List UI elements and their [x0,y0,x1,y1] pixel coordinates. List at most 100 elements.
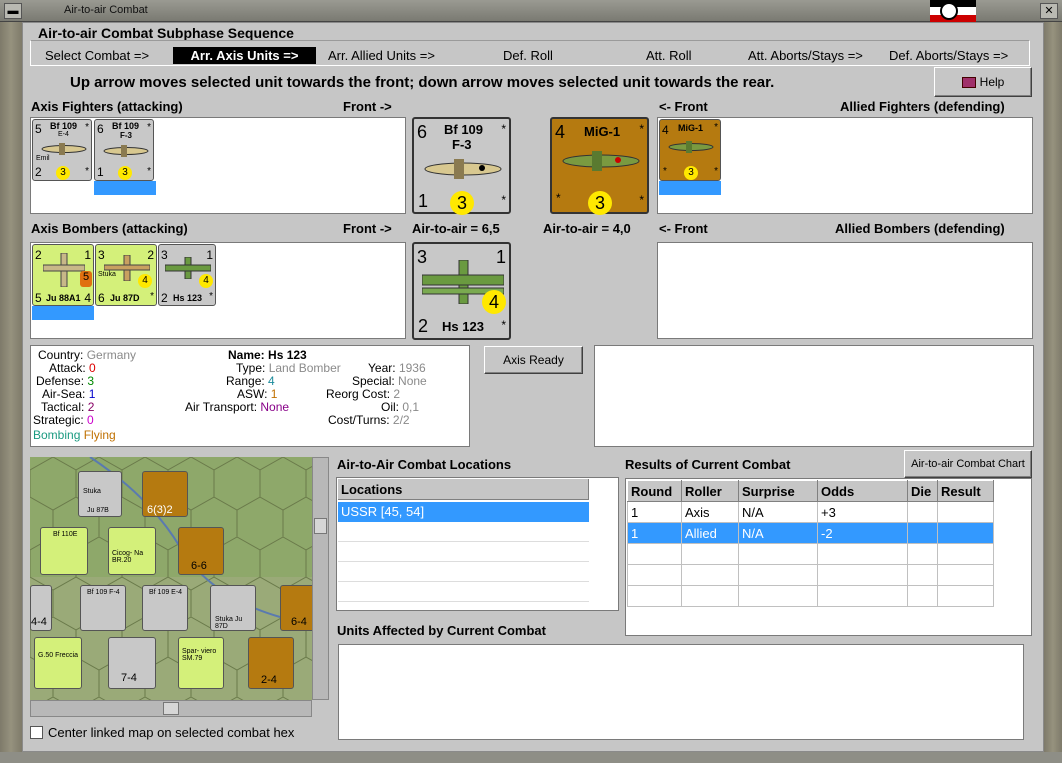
map-counter-sm79[interactable]: Spar- viero SM.79 [178,637,224,689]
bottom-strip [0,752,1062,763]
map-counter-soviet-6-4[interactable]: 6-4 [280,585,312,631]
allied-air-to-air-value: Air-to-air = 4,0 [543,221,631,236]
axis-ready-button[interactable]: Axis Ready [484,346,583,374]
title-bar [0,0,1062,22]
left-border [0,22,22,752]
seq-arr-axis-units: Arr. Axis Units => [173,47,316,64]
mini-map[interactable]: Stuka Ju 87B 6(3)2 Bf 110E Cicog- Na BR.… [30,457,312,700]
col-round: Round [627,480,682,502]
selection-bar [32,306,94,320]
selected-allied-fighter[interactable]: 4 MiG-1 * * 3 * [550,117,649,215]
special-value: None [398,374,427,388]
axis-bomber-counter-3[interactable]: 3 1 4 2 Hs 123 * [158,244,216,306]
col-odds: Odds [817,480,908,502]
center-map-checkbox[interactable] [30,726,43,739]
seq-arr-allied-units: Arr. Allied Units => [328,48,435,63]
axis-bombers-header: Axis Bombers (attacking) [31,221,188,236]
map-counter-ju87d[interactable]: Stuka Ju 87D [210,585,256,631]
message-panel [594,345,1034,447]
locations-table[interactable]: Locations USSR [45, 54] [336,477,619,611]
seq-def-roll: Def. Roll [503,48,553,63]
mig1-icon [668,141,714,153]
book-icon [961,77,976,89]
map-vertical-scrollbar[interactable] [312,457,329,700]
center-map-label: Center linked map on selected combat hex [48,725,295,740]
bf109-icon [103,145,149,157]
map-counter-soviet-armor[interactable]: 6-6 [178,527,224,575]
right-border [1044,22,1062,752]
mig1-icon [562,151,640,171]
units-affected-title: Units Affected by Current Combat [337,623,546,638]
seq-def-aborts: Def. Aborts/Stays => [889,48,1009,63]
map-counter-soviet-infantry[interactable]: 6(3)2 [142,471,188,517]
map-counter-g50[interactable]: G.50 Freccia [34,637,82,689]
country-value: Germany [86,348,137,362]
col-result: Result [937,480,994,502]
col-roller: Roller [681,480,739,502]
bf109-icon [424,159,502,179]
front-right-label-2: Front -> [343,221,392,236]
seq-att-roll: Att. Roll [646,48,692,63]
map-counter-bf110[interactable]: Bf 110E [40,527,88,575]
cost-value: 2/2 [392,413,410,427]
help-label: Help [979,75,1005,89]
seq-att-aborts: Att. Aborts/Stays => [748,48,863,63]
results-title: Results of Current Combat [625,457,791,472]
table-row[interactable]: 1 Allied N/A -2 [627,522,994,544]
minimize-button[interactable]: ▬ [4,3,22,19]
locations-title: Air-to-Air Combat Locations [337,457,512,472]
units-affected-panel [338,644,1024,740]
unit-name-value: Hs 123 [268,348,307,362]
table-row [627,543,994,565]
scroll-thumb[interactable] [314,518,327,534]
axis-fighter-counter-1[interactable]: 5 Bf 109 E-4 * Emil 2 3 * [32,119,92,181]
map-counter-bf109e4[interactable]: Bf 109 E-4 [142,585,188,631]
selected-axis-bomber[interactable]: 3 1 4 2 Hs 123 * [412,242,511,340]
instruction-text: Up arrow moves selected unit towards the… [70,74,775,91]
results-table: Round Roller Surprise Odds Die Result 1 … [627,480,994,607]
map-horizontal-scrollbar[interactable] [30,700,312,717]
map-counter-stuka[interactable]: Stuka Ju 87B [78,471,122,517]
german-flag-icon [930,0,976,22]
window-title: Air-to-air Combat [64,4,148,16]
close-button[interactable]: ✕ [1040,3,1058,19]
selection-bar [94,181,156,195]
location-row[interactable]: USSR [45, 54] [338,502,589,522]
map-counter-br20[interactable]: Cicog- Na BR.20 [108,527,156,575]
tactical-value: 2 [87,400,95,414]
results-panel: Round Roller Surprise Odds Die Result 1 … [625,478,1032,636]
scroll-thumb[interactable] [163,702,179,715]
col-surprise: Surprise [738,480,818,502]
table-row[interactable]: 1 Axis N/A +3 [627,501,994,523]
map-counter-edge[interactable]: 4-4 [30,585,52,631]
table-row [627,585,994,607]
map-counter-italian-infantry[interactable]: 7-4 [108,637,156,689]
sequence-title: Air-to-air Combat Subphase Sequence [38,25,294,41]
oil-value: 0,1 [402,400,420,414]
allied-bombers-panel[interactable] [657,242,1033,339]
year-value: 1936 [398,361,426,375]
axis-bomber-counter-2[interactable]: 3 2 Stuka 4 6 Ju 87D * [95,244,157,306]
combat-chart-button[interactable]: Air-to-air Combat Chart [904,450,1032,478]
range-value: 4 [268,374,275,388]
map-counter-bf109f4[interactable]: Bf 109 F-4 [80,585,126,631]
locations-empty-rows [338,522,589,608]
table-row [627,564,994,586]
bf109-icon [41,143,87,155]
selection-bar [659,181,721,195]
allied-fighters-header: Allied Fighters (defending) [840,99,1005,114]
help-button[interactable]: Help [934,67,1032,97]
allied-fighter-counter-1[interactable]: 4 MiG-1 * * 3 * [659,119,721,181]
axis-fighter-counter-2[interactable]: 6 Bf 109 F-3 * 1 3 * [94,119,154,181]
ju88-icon [43,253,85,287]
strategic-value: 0 [87,413,94,427]
bombing-label: Bombing [33,428,81,442]
seq-select-combat: Select Combat => [45,48,150,63]
type-value: Land Bomber [268,361,341,375]
axis-bomber-counter-1[interactable]: 2 1 5 5 Ju 88A1 4 [32,244,94,306]
front-left-label-1: <- Front [659,99,708,114]
front-left-label-2: <- Front [659,221,708,236]
attack-value: 0 [89,361,96,375]
map-counter-soviet-2-4[interactable]: 2-4 [248,637,294,689]
selected-axis-fighter[interactable]: 6 Bf 109 F-3 * 1 3 * [412,117,511,215]
